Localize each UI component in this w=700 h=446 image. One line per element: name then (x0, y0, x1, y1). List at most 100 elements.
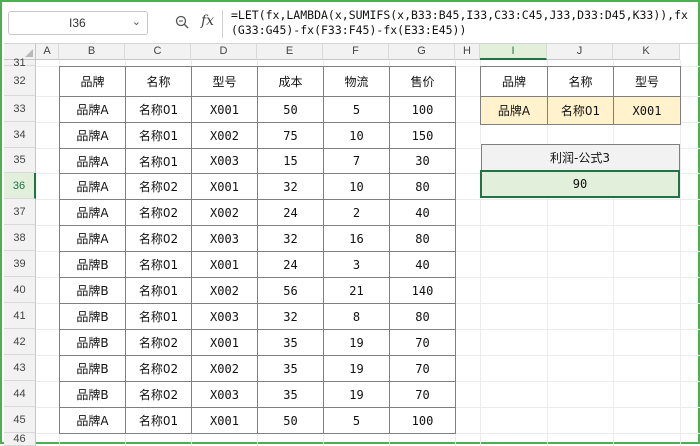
insert-function-icon[interactable]: fx (201, 13, 214, 29)
cell-model[interactable]: X003 (191, 381, 258, 408)
cell-cost[interactable]: 50 (257, 407, 324, 434)
criteria-brand-cell[interactable]: 品牌A (480, 96, 548, 125)
row-header-33[interactable]: 33 (4, 96, 36, 122)
row-header-43[interactable]: 43 (4, 355, 36, 381)
row-header-46[interactable]: 46 (4, 433, 36, 446)
cell-logistics[interactable]: 5 (323, 407, 390, 434)
row-header-41[interactable]: 41 (4, 303, 36, 329)
cell-name[interactable]: 名称01 (125, 122, 192, 149)
cell-brand[interactable]: 品牌B (59, 381, 126, 408)
cell-name[interactable]: 名称01 (125, 251, 192, 278)
cell-cost[interactable]: 32 (257, 173, 324, 200)
criteria-name-cell[interactable]: 名称01 (547, 96, 614, 125)
row-header-44[interactable]: 44 (4, 381, 36, 407)
cell-logistics[interactable]: 8 (323, 303, 390, 330)
cell-name[interactable]: 名称01 (125, 96, 192, 123)
criteria-header-name[interactable]: 名称 (547, 66, 614, 97)
cell-logistics[interactable]: 2 (323, 199, 390, 226)
cell-model[interactable]: X001 (191, 251, 258, 278)
cell-cost[interactable]: 35 (257, 329, 324, 356)
cell-brand[interactable]: 品牌A (59, 173, 126, 200)
cell-price[interactable]: 140 (389, 277, 456, 304)
row-header-40[interactable]: 40 (4, 277, 36, 303)
column-header-f[interactable]: F (323, 44, 389, 60)
cell-brand[interactable]: 品牌A (59, 122, 126, 149)
formula-input[interactable]: =LET(fx,LAMBDA(x,SUMIFS(x,B33:B45,I33,C3… (231, 8, 693, 42)
cell-brand[interactable]: 品牌B (59, 251, 126, 278)
cell-brand[interactable]: 品牌B (59, 329, 126, 356)
cell-model[interactable]: X002 (191, 277, 258, 304)
cell-cost[interactable]: 32 (257, 225, 324, 252)
cell-name[interactable]: 名称02 (125, 225, 192, 252)
cell-logistics[interactable]: 19 (323, 381, 390, 408)
cell-name[interactable]: 名称01 (125, 277, 192, 304)
cell-cost[interactable]: 35 (257, 355, 324, 382)
row-header-42[interactable]: 42 (4, 329, 36, 355)
cell-brand[interactable]: 品牌A (59, 148, 126, 174)
cell-model[interactable]: X003 (191, 148, 258, 174)
cell-name[interactable]: 名称02 (125, 355, 192, 382)
cell-brand[interactable]: 品牌A (59, 407, 126, 434)
row-header-35[interactable]: 35 (4, 148, 36, 173)
row-header-39[interactable]: 39 (4, 251, 36, 277)
column-header-d[interactable]: D (191, 44, 257, 60)
column-header-k[interactable]: K (613, 44, 680, 60)
cell-name[interactable]: 名称01 (125, 148, 192, 174)
row-header-45[interactable]: 45 (4, 407, 36, 433)
cell-price[interactable]: 40 (389, 251, 456, 278)
cell-logistics[interactable]: 5 (323, 96, 390, 123)
cell-model[interactable]: X001 (191, 329, 258, 356)
cell-brand[interactable]: 品牌B (59, 303, 126, 330)
cell-logistics[interactable]: 19 (323, 329, 390, 356)
cell-price[interactable]: 80 (389, 303, 456, 330)
cell-name[interactable]: 名称02 (125, 329, 192, 356)
row-header-38[interactable]: 38 (4, 225, 36, 251)
cell-model[interactable]: X002 (191, 122, 258, 149)
header-cell-name[interactable]: 名称 (125, 66, 192, 97)
cell-name[interactable]: 名称01 (125, 407, 192, 434)
column-header-h[interactable]: H (455, 44, 480, 60)
cell-model[interactable]: X002 (191, 199, 258, 226)
cell-price[interactable]: 30 (389, 148, 456, 174)
cell-model[interactable]: X003 (191, 225, 258, 252)
cell-cost[interactable]: 24 (257, 199, 324, 226)
chevron-down-icon[interactable]: ⌄ (132, 15, 141, 28)
zoom-search-icon[interactable] (174, 14, 190, 30)
cell-name[interactable]: 名称02 (125, 381, 192, 408)
header-cell-cost[interactable]: 成本 (257, 66, 324, 97)
name-box[interactable]: I36 ⌄ (8, 11, 148, 35)
cell-model[interactable]: X001 (191, 407, 258, 434)
cell-logistics[interactable]: 10 (323, 122, 390, 149)
cell-cost[interactable]: 50 (257, 96, 324, 123)
cell-logistics[interactable]: 3 (323, 251, 390, 278)
cell-model[interactable]: X001 (191, 96, 258, 123)
cell-cost[interactable]: 32 (257, 303, 324, 330)
column-header-b[interactable]: B (59, 44, 125, 60)
criteria-model-cell[interactable]: X001 (613, 96, 681, 125)
cell-model[interactable]: X003 (191, 303, 258, 330)
cell-logistics[interactable]: 10 (323, 173, 390, 200)
cell-price[interactable]: 70 (389, 355, 456, 382)
cell-logistics[interactable]: 7 (323, 148, 390, 174)
cell-price[interactable]: 40 (389, 199, 456, 226)
cell-brand[interactable]: 品牌A (59, 225, 126, 252)
column-header-g[interactable]: G (389, 44, 455, 60)
row-header-36[interactable]: 36 (4, 173, 36, 199)
cell-name[interactable]: 名称01 (125, 303, 192, 330)
column-header-c[interactable]: C (125, 44, 191, 60)
column-header-j[interactable]: J (547, 44, 613, 60)
column-header-a[interactable]: A (36, 44, 59, 60)
cell-logistics[interactable]: 21 (323, 277, 390, 304)
cell-brand[interactable]: 品牌B (59, 277, 126, 304)
cell-price[interactable]: 80 (389, 225, 456, 252)
cell-cost[interactable]: 35 (257, 381, 324, 408)
row-header-37[interactable]: 37 (4, 199, 36, 225)
cell-logistics[interactable]: 16 (323, 225, 390, 252)
cell-price[interactable]: 100 (389, 407, 456, 434)
cell-brand[interactable]: 品牌A (59, 96, 126, 123)
cell-model[interactable]: X001 (191, 173, 258, 200)
cell-price[interactable]: 70 (389, 329, 456, 356)
cell-logistics[interactable]: 19 (323, 355, 390, 382)
cell-cost[interactable]: 75 (257, 122, 324, 149)
header-cell-logistics[interactable]: 物流 (323, 66, 390, 97)
